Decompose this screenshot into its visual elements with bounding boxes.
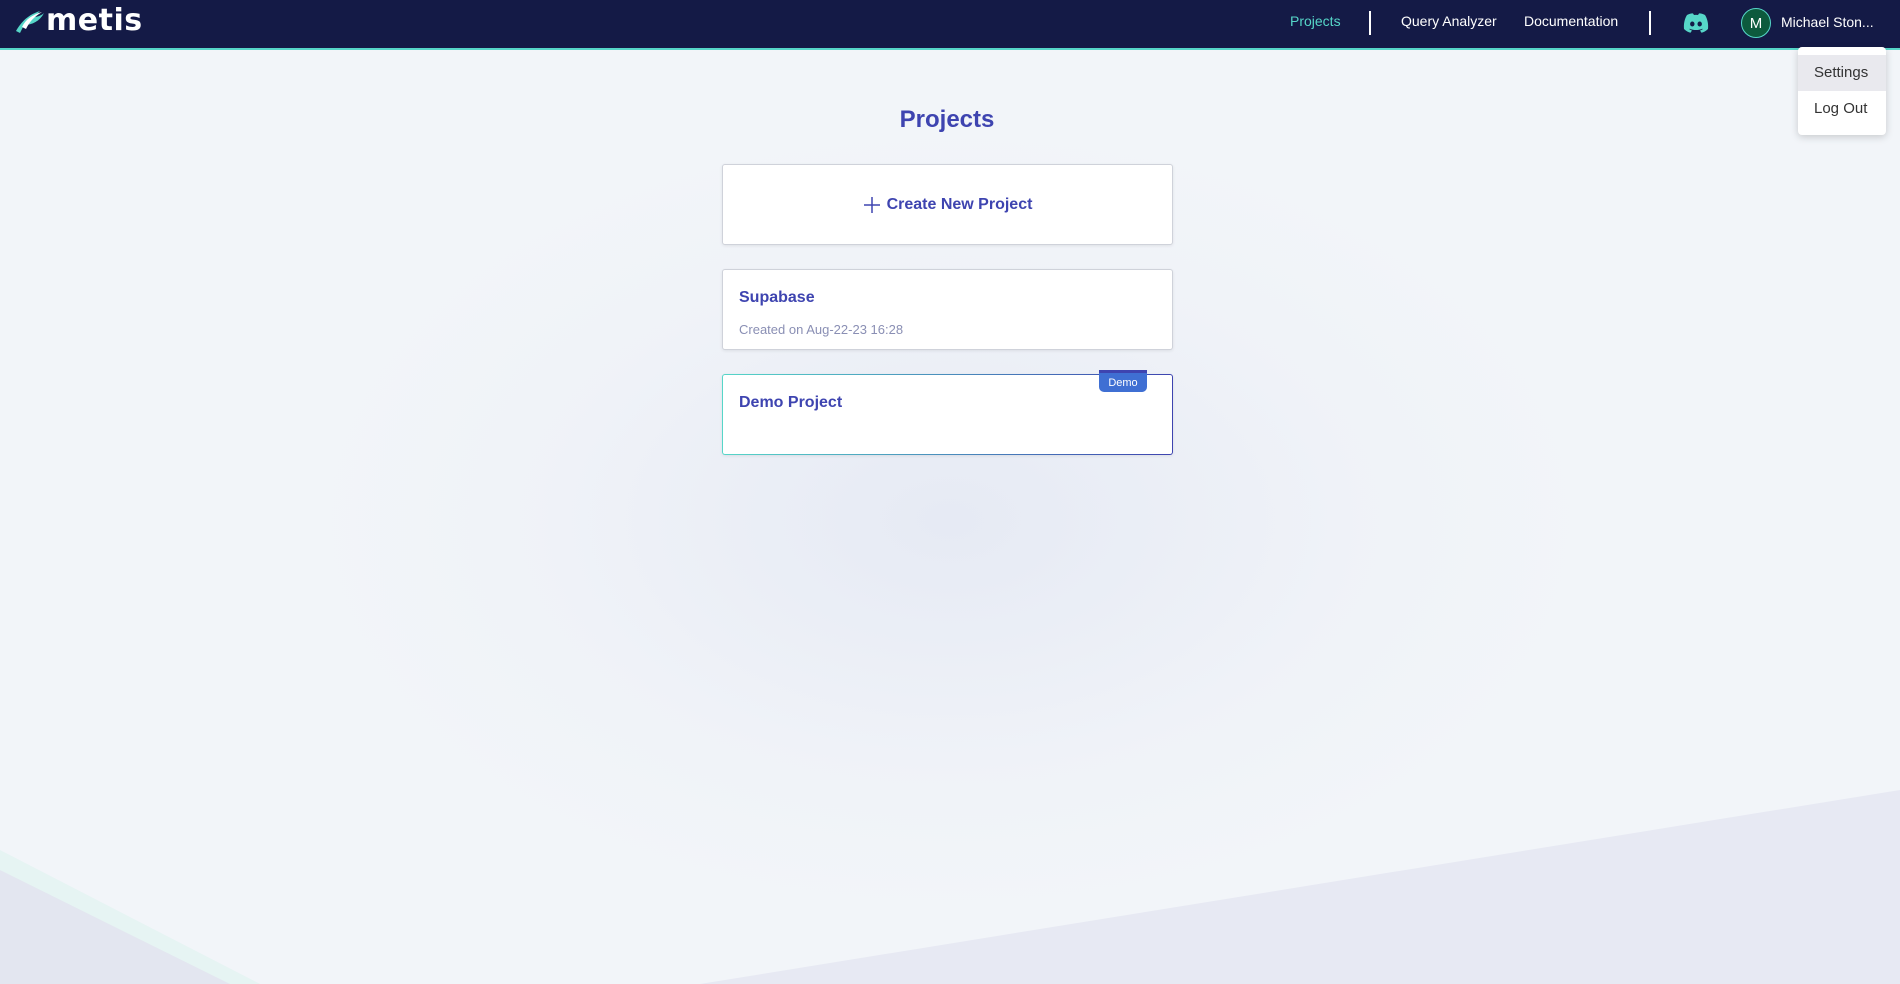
top-navbar: metis Projects Query Analyzer Documentat… <box>0 0 1900 50</box>
logo-text: metis <box>46 3 143 38</box>
project-created-date: Created on Aug-22-23 16:28 <box>739 322 904 337</box>
nav-projects[interactable]: Projects <box>1290 13 1341 29</box>
project-name: Demo Project <box>739 394 843 411</box>
metis-logo-icon <box>16 11 44 33</box>
create-project-content: Create New Project <box>863 195 1033 214</box>
background-shapes <box>0 790 1900 984</box>
logo[interactable]: metis <box>14 6 143 36</box>
avatar[interactable]: M <box>1741 8 1771 38</box>
nav-documentation[interactable]: Documentation <box>1524 13 1618 29</box>
nav-divider <box>1649 11 1651 35</box>
menu-item-settings[interactable]: Settings <box>1798 55 1886 91</box>
nav-divider <box>1369 11 1371 35</box>
demo-badge: Demo <box>1099 370 1147 392</box>
plus-icon <box>863 196 880 213</box>
create-project-button[interactable]: Create New Project <box>722 164 1173 245</box>
user-dropdown-menu: Settings Log Out <box>1798 47 1886 135</box>
menu-item-log-out[interactable]: Log Out <box>1798 91 1886 127</box>
user-menu-name[interactable]: Michael Ston... <box>1781 14 1896 30</box>
nav-query-analyzer[interactable]: Query Analyzer <box>1401 13 1497 29</box>
project-card-demo[interactable]: Demo Demo Project <box>722 370 1173 455</box>
project-card-supabase[interactable]: Supabase Created on Aug-22-23 16:28 <box>722 269 1173 350</box>
page-title: Projects <box>899 106 995 133</box>
discord-icon[interactable] <box>1683 12 1709 34</box>
project-name: Supabase <box>739 289 815 306</box>
create-project-label: Create New Project <box>886 195 1033 213</box>
